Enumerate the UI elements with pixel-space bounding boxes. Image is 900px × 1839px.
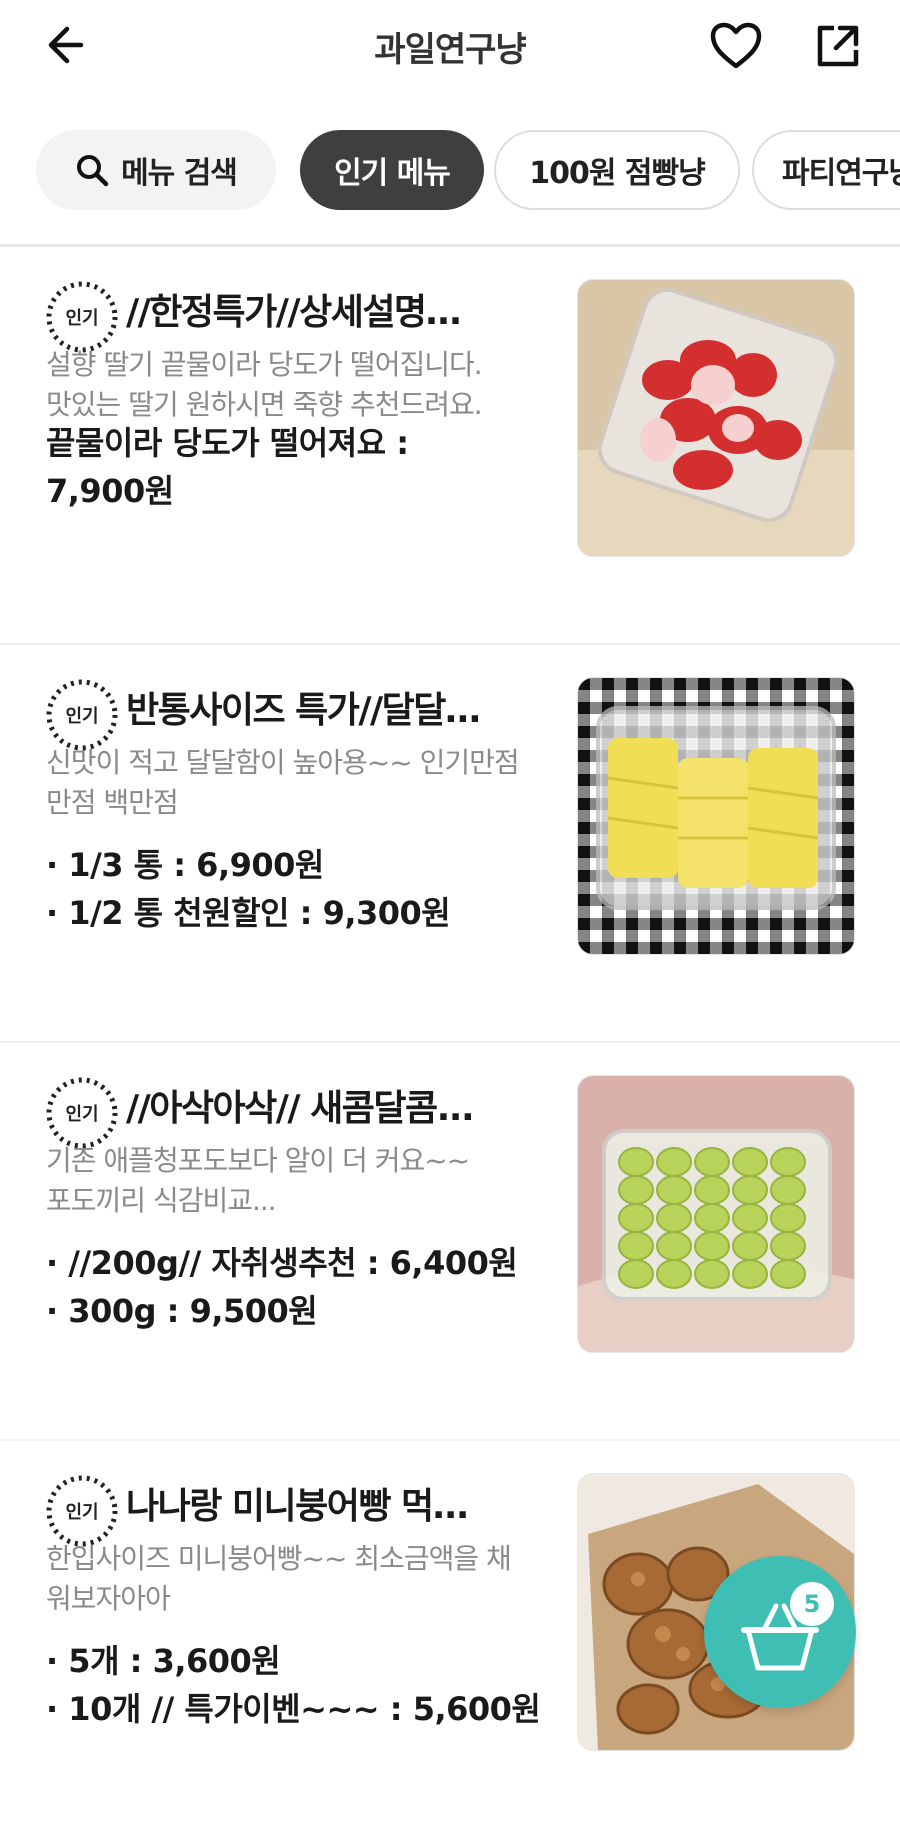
menu-item[interactable]: 인기 //아삭아삭// 새콤달콤... 기존 애플청포도보다 알이 더 커요~~… (0, 1043, 900, 1441)
shopping-basket-icon (741, 1603, 819, 1671)
menu-item-name: 나나랑 미니붕어빵 먹… (126, 1486, 469, 1527)
popular-badge: 인기 (44, 1473, 120, 1549)
menu-item-name: //한정특가//상세설명… (126, 292, 462, 333)
cart-count-badge: 5 (790, 1582, 834, 1626)
100won-shop-chip[interactable]: 100원 점빵냥 (494, 130, 740, 210)
popular-menu-chip[interactable]: 인기 메뉴 (300, 130, 484, 210)
menu-item[interactable]: 인기 //한정특가//상세설명… 설향 딸기 끝물이라 당도가 떨어집니다. 맛… (0, 247, 900, 645)
menu-item-prices: 끝물이라 당도가 떨어져요 : 7,900원 (46, 424, 409, 510)
menu-category-chips: 메뉴 검색 인기 메뉴 100원 점빵냥 파티연구냥 (0, 128, 900, 216)
heart-icon[interactable] (706, 16, 766, 76)
menu-item-prices: · //200g// 자취생추천 : 6,400원 · 300g : 9,500… (46, 1244, 518, 1330)
menu-item-description: 한입사이즈 미니붕어빵~~ 최소금액을 채 워보자아아 (46, 1542, 512, 1615)
popular-badge: 인기 (44, 279, 120, 355)
pineapple-image (577, 677, 855, 955)
share-icon[interactable] (808, 16, 868, 76)
menu-item-name: //아삭아삭// 새콤달콤... (126, 1088, 475, 1129)
menu-item-prices: · 5개 : 3,600원 · 10개 // 특가이벤~~~ : 5,600원 (46, 1642, 541, 1728)
menu-item[interactable]: 인기 반통사이즈 특가//달달… 신맛이 적고 달달함이 높아용~~ 인기만점 … (0, 645, 900, 1043)
menu-item-description: 신맛이 적고 달달함이 높아용~~ 인기만점 만점 백만점 (46, 746, 520, 819)
menu-search-chip[interactable]: 메뉴 검색 (36, 130, 276, 210)
chip-label: 메뉴 검색 (121, 156, 238, 191)
popular-badge: 인기 (44, 1075, 120, 1151)
strawberry-image (577, 279, 855, 557)
app-header: 과일연구냥 (0, 0, 900, 92)
menu-item-prices: · 1/3 통 : 6,900원 · 1/2 통 천원할인 : 9,300원 (46, 846, 451, 932)
party-lab-chip[interactable]: 파티연구냥 (752, 130, 900, 210)
cart-button[interactable]: 5 (704, 1556, 856, 1708)
menu-item-description: 설향 딸기 끝물이라 당도가 떨어집니다. 맛있는 딸기 원하시면 죽향 추천드… (46, 348, 483, 421)
popular-badge: 인기 (44, 677, 120, 753)
menu-item-description: 기존 애플청포도보다 알이 더 커요~~ 포도끼리 식감비교... (46, 1144, 470, 1217)
search-icon (77, 155, 109, 187)
green-grape-image (577, 1075, 855, 1353)
menu-item-name: 반통사이즈 특가//달달… (126, 690, 481, 731)
